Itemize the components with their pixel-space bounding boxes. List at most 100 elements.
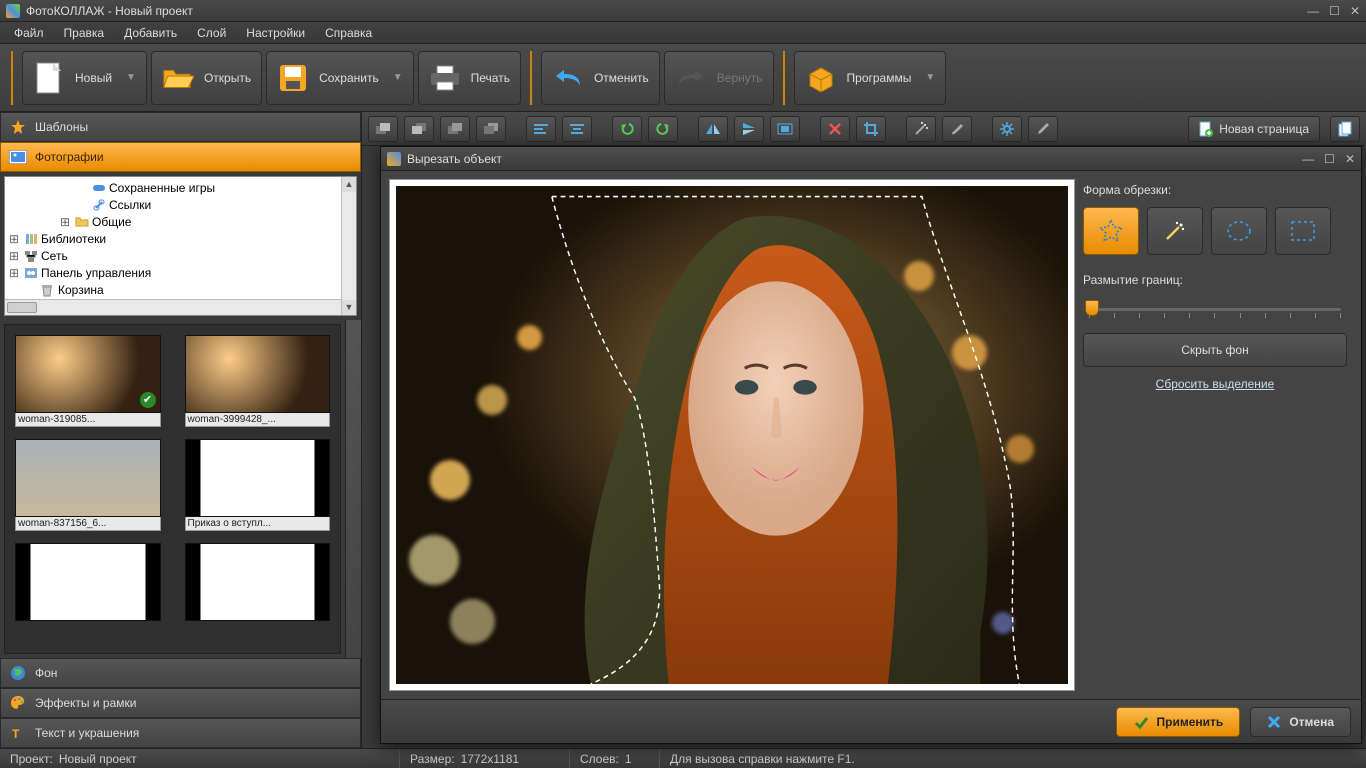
link-icon: [92, 198, 106, 212]
globe-icon: [9, 664, 27, 682]
templates-header[interactable]: Шаблоны: [0, 112, 361, 142]
shape-rectangle-button[interactable]: [1275, 207, 1331, 255]
thumbnail-item[interactable]: woman-319085...: [15, 335, 161, 427]
scrollbar-vertical[interactable]: ▲▼: [341, 177, 356, 315]
menu-file[interactable]: Файл: [4, 23, 54, 43]
rotate-right-icon[interactable]: [648, 116, 678, 142]
project-value: Новый проект: [59, 752, 137, 766]
reset-selection-link[interactable]: Сбросить выделение: [1083, 377, 1347, 391]
dialog-sidebar: Форма обрезки: Размытие границ: Скрыть ф…: [1083, 179, 1353, 691]
scrollbar-vertical[interactable]: [345, 320, 361, 658]
cut-object-dialog: Вырезать объект — ☐ ✕: [380, 146, 1362, 744]
background-label: Фон: [35, 666, 57, 680]
new-button[interactable]: Новый ▼: [22, 51, 147, 105]
delete-icon[interactable]: [820, 116, 850, 142]
menu-add[interactable]: Добавить: [114, 23, 187, 43]
close-icon[interactable]: ✕: [1345, 152, 1355, 166]
maximize-icon[interactable]: ☐: [1324, 152, 1335, 166]
left-panel: Шаблоны Фотографии Сохраненные игрыСсылк…: [0, 112, 362, 748]
dialog-titlebar: Вырезать объект — ☐ ✕: [381, 147, 1361, 171]
open-button[interactable]: Открыть: [151, 51, 262, 105]
photo-icon: [9, 148, 27, 166]
layer-front-icon[interactable]: [368, 116, 398, 142]
cancel-button[interactable]: Отмена: [1250, 707, 1351, 737]
toolbar-separator: [782, 51, 786, 105]
thumbnail-image: [185, 439, 331, 517]
thumbnail-item[interactable]: [185, 543, 331, 621]
new-label: Новый: [75, 71, 112, 85]
maximize-icon[interactable]: ☐: [1329, 4, 1340, 18]
new-page-button[interactable]: Новая страница: [1188, 116, 1320, 142]
thumbnail-image: [185, 335, 331, 413]
gamepad-icon: [92, 181, 106, 195]
thumbnail-item[interactable]: woman-3999428_...: [185, 335, 331, 427]
new-file-icon: [33, 62, 65, 94]
close-icon[interactable]: ✕: [1350, 4, 1360, 18]
print-label: Печать: [471, 71, 510, 85]
fit-icon[interactable]: [770, 116, 800, 142]
menu-layer[interactable]: Слой: [187, 23, 236, 43]
project-label: Проект:: [10, 752, 53, 766]
tree-item[interactable]: Ссылки: [7, 196, 352, 213]
shape-magic-wand-button[interactable]: [1147, 207, 1203, 255]
shape-freehand-button[interactable]: [1083, 207, 1139, 255]
shape-ellipse-button[interactable]: [1211, 207, 1267, 255]
align-center-icon[interactable]: [562, 116, 592, 142]
crop-icon[interactable]: [856, 116, 886, 142]
layer-down-icon[interactable]: [476, 116, 506, 142]
trash-icon: [41, 283, 55, 297]
apply-button[interactable]: Применить: [1116, 707, 1241, 737]
align-left-icon[interactable]: [526, 116, 556, 142]
toolbar-separator: [529, 51, 533, 105]
flip-vertical-icon[interactable]: [734, 116, 764, 142]
effects-header[interactable]: Эффекты и рамки: [0, 688, 361, 718]
print-button[interactable]: Печать: [418, 51, 521, 105]
undo-button[interactable]: Отменить: [541, 51, 660, 105]
page-plus-icon: [1199, 121, 1213, 137]
photos-header[interactable]: Фотографии: [0, 142, 361, 172]
tree-item[interactable]: ⊞Общие: [7, 213, 352, 230]
editor-area: Новая страница Вырезать объект — ☐ ✕: [362, 112, 1366, 748]
gear-icon[interactable]: [992, 116, 1022, 142]
thumbnail-item[interactable]: woman-837156_6...: [15, 439, 161, 531]
tree-item[interactable]: ⊞Сеть: [7, 247, 352, 264]
image-canvas[interactable]: [396, 186, 1068, 684]
background-header[interactable]: Фон: [0, 658, 361, 688]
page-copy-icon[interactable]: [1330, 116, 1360, 142]
minimize-icon[interactable]: —: [1307, 4, 1319, 18]
programs-button[interactable]: Программы ▼: [794, 51, 947, 105]
menu-help[interactable]: Справка: [315, 23, 382, 43]
toolbar-separator: [10, 51, 14, 105]
layers-value: 1: [625, 752, 632, 766]
minimize-icon[interactable]: —: [1302, 152, 1314, 166]
menu-settings[interactable]: Настройки: [236, 23, 315, 43]
rotate-left-icon[interactable]: [612, 116, 642, 142]
brush-icon[interactable]: [942, 116, 972, 142]
text-header[interactable]: T Текст и украшения: [0, 718, 361, 748]
layer-back-icon[interactable]: [404, 116, 434, 142]
tree-item[interactable]: Корзина: [7, 281, 352, 297]
folder-icon: [75, 215, 89, 229]
folder-tree[interactable]: Сохраненные игрыСсылки⊞Общие⊞Библиотеки⊞…: [4, 176, 357, 316]
flip-horizontal-icon[interactable]: [698, 116, 728, 142]
editor-toolbar: Новая страница: [362, 112, 1366, 146]
redo-button[interactable]: Вернуть: [664, 51, 774, 105]
blur-slider[interactable]: [1083, 297, 1347, 323]
thumbnail-item[interactable]: Приказ о вступл...: [185, 439, 331, 531]
dropdown-icon: ▼: [925, 72, 935, 83]
save-button[interactable]: Сохранить ▼: [266, 51, 414, 105]
magic-wand-icon[interactable]: [906, 116, 936, 142]
undo-icon: [552, 62, 584, 94]
tree-item[interactable]: ⊞Панель управления: [7, 264, 352, 281]
canvas-container: [389, 179, 1075, 691]
tree-item[interactable]: ⊞Библиотеки: [7, 230, 352, 247]
tree-item[interactable]: Сохраненные игры: [7, 179, 352, 196]
hide-background-button[interactable]: Скрыть фон: [1083, 333, 1347, 367]
eyedropper-icon[interactable]: [1028, 116, 1058, 142]
layer-up-icon[interactable]: [440, 116, 470, 142]
slider-thumb[interactable]: [1085, 300, 1099, 316]
thumbnail-item[interactable]: [15, 543, 161, 621]
scrollbar-horizontal[interactable]: [5, 299, 341, 315]
menu-edit[interactable]: Правка: [54, 23, 115, 43]
help-hint: Для вызова справки нажмите F1.: [670, 752, 855, 766]
